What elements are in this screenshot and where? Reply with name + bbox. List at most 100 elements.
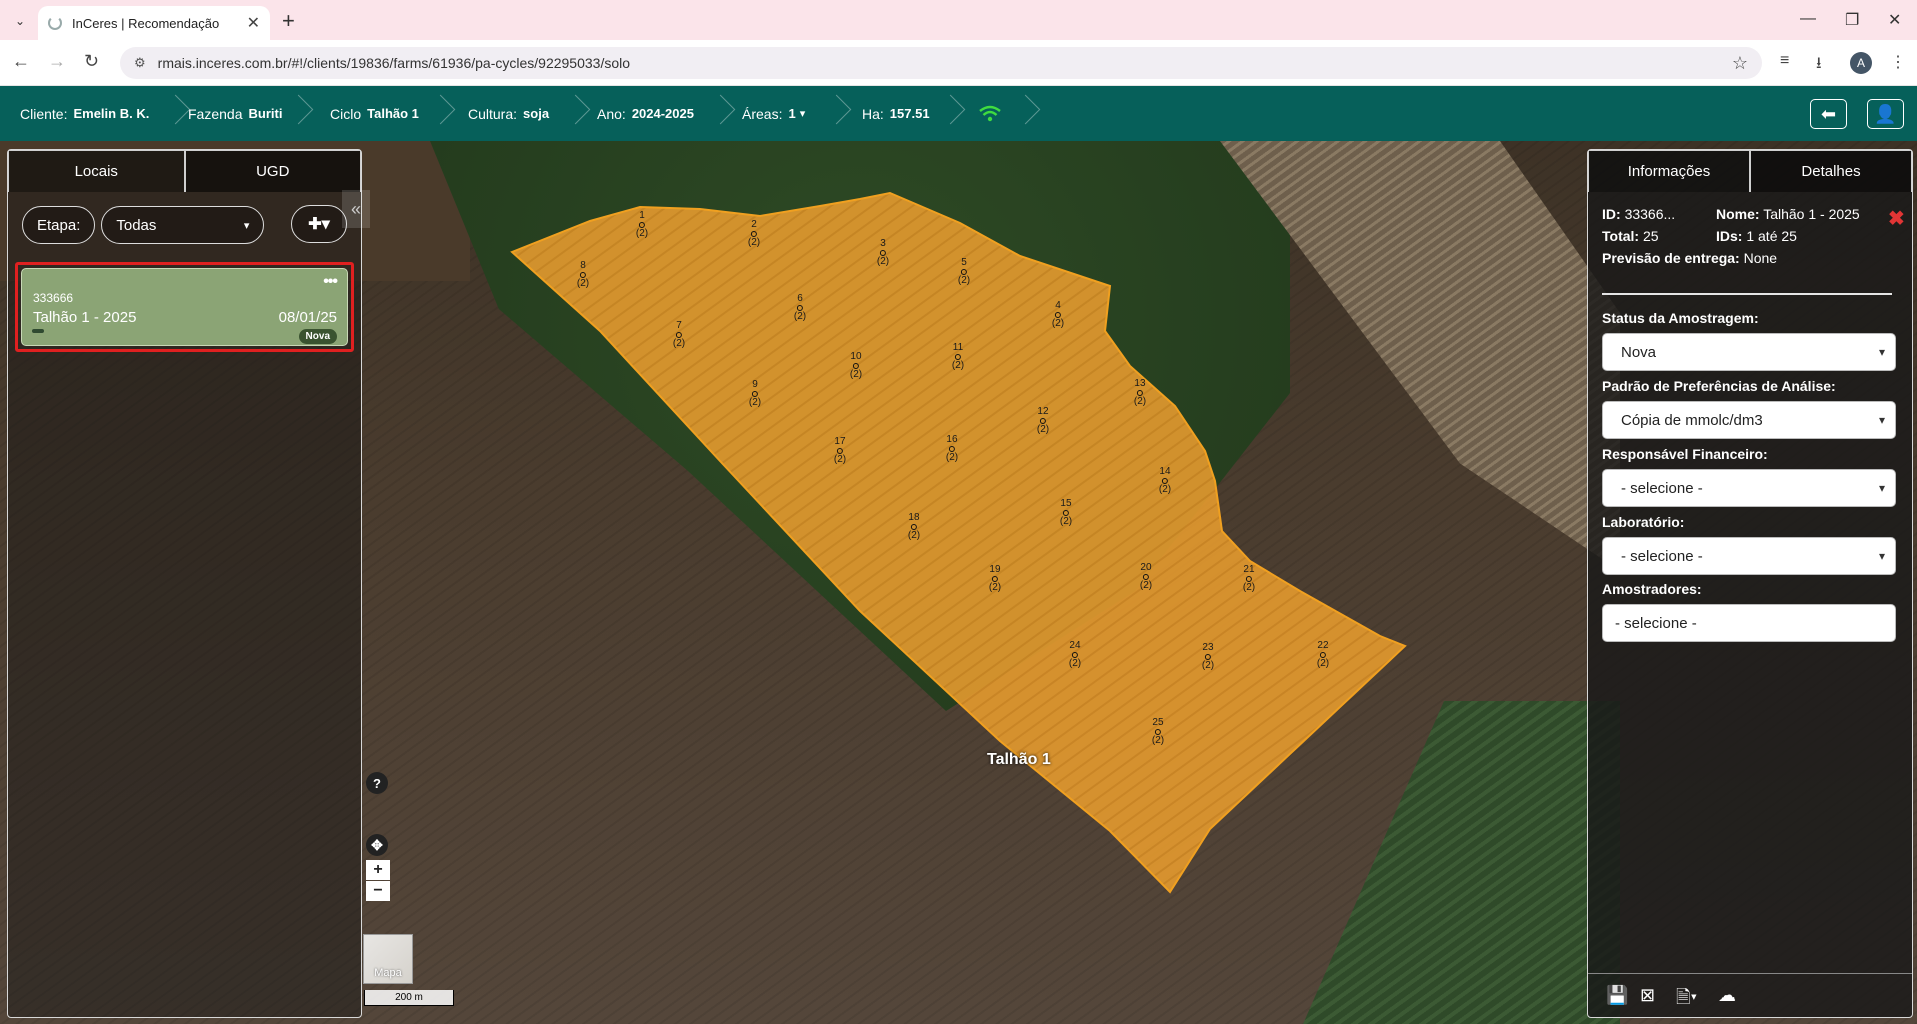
sample-point[interactable]: 21 (2) (1243, 565, 1255, 593)
back-button[interactable]: ⬅ (1810, 99, 1847, 129)
sample-point[interactable]: 8 (2) (577, 261, 589, 289)
stage-select[interactable]: Todas ▾ (101, 206, 265, 244)
sample-point[interactable]: 1 (2) (636, 211, 648, 239)
samplers-label: Amostradores: (1602, 581, 1702, 597)
breadcrumb-farm[interactable]: Fazenda Buriti (188, 86, 282, 141)
sample-point[interactable]: 2 (2) (748, 220, 760, 248)
sample-point[interactable]: 23 (2) (1202, 643, 1214, 671)
tab-ugd[interactable]: UGD (184, 150, 361, 192)
back-icon[interactable]: ← (12, 51, 30, 72)
lab-label: Laboratório: (1602, 514, 1685, 530)
bookmark-star-icon[interactable]: ☆ (1732, 53, 1748, 74)
sample-point[interactable]: 12 (2) (1037, 407, 1049, 435)
sample-number: 6 (797, 293, 803, 304)
user-button[interactable]: 👤 (1867, 99, 1904, 129)
status-select[interactable]: Nova ▾ (1602, 333, 1896, 371)
sample-point[interactable]: 19 (2) (989, 565, 1001, 593)
upload-cloud-icon[interactable]: ☁ (1718, 985, 1736, 1006)
pref-select[interactable]: Cópia de mmolc/dm3 ▾ (1602, 401, 1896, 439)
breadcrumb-year[interactable]: Ano: 2024-2025 (597, 86, 694, 141)
zoom-in-button[interactable]: + (366, 860, 390, 880)
forward-icon[interactable]: → (48, 51, 66, 72)
new-tab-icon[interactable]: + (282, 8, 295, 34)
profile-avatar[interactable]: A (1850, 52, 1872, 74)
browser-tab[interactable]: InCeres | Recomendação ✕ (38, 6, 270, 40)
collapse-panel-icon[interactable]: « (342, 190, 370, 228)
sample-count: (2) (988, 582, 1002, 593)
sample-point[interactable]: 6 (2) (794, 294, 806, 322)
sample-point[interactable]: 11 (2) (952, 343, 964, 371)
download-icon[interactable]: ⭳ (1816, 52, 1822, 79)
sample-point[interactable]: 17 (2) (834, 437, 846, 465)
reload-icon[interactable]: ↻ (84, 51, 99, 72)
media-icon[interactable]: ≡ (1780, 52, 1789, 70)
sample-point[interactable]: 15 (2) (1060, 499, 1072, 527)
sample-point[interactable]: 7 (2) (673, 321, 685, 349)
sample-point[interactable]: 16 (2) (946, 435, 958, 463)
delivery-value: None (1743, 250, 1778, 266)
sample-point[interactable]: 13 (2) (1134, 379, 1146, 407)
tab-informacoes[interactable]: Informações (1588, 150, 1750, 192)
tab-title: InCeres | Recomendação (72, 15, 220, 31)
pan-icon[interactable]: ✥ (366, 834, 388, 856)
sample-number: 13 (1134, 378, 1146, 389)
breadcrumb-cycle[interactable]: Ciclo Talhão 1 (330, 86, 419, 141)
tab-detalhes[interactable]: Detalhes (1750, 150, 1912, 192)
sample-count: (2) (1068, 658, 1082, 669)
sample-point[interactable]: 18 (2) (908, 513, 920, 541)
restore-icon[interactable]: ❐ (1845, 10, 1859, 30)
sample-number: 23 (1202, 642, 1214, 653)
sample-point[interactable]: 10 (2) (850, 352, 862, 380)
breadcrumb-client[interactable]: Cliente: Emelin B. K. (20, 86, 149, 141)
excel-icon[interactable]: ⊠ (1640, 985, 1655, 1006)
sample-point[interactable]: 20 (2) (1140, 563, 1152, 591)
menu-icon[interactable]: ⋮ (1890, 52, 1906, 72)
card-menu-icon[interactable]: ••• (323, 273, 338, 291)
sample-point[interactable]: 22 (2) (1317, 641, 1329, 669)
save-icon[interactable]: 💾 (1606, 985, 1628, 1006)
stage-label: Etapa: (22, 206, 96, 244)
pref-label: Padrão de Preferências de Análise: (1602, 378, 1836, 394)
basemap-toggle[interactable]: Mapa (363, 934, 413, 984)
zoom-out-button[interactable]: − (366, 881, 390, 901)
samplers-select[interactable]: - selecione - (1602, 604, 1896, 642)
finance-select[interactable]: - selecione - ▾ (1602, 469, 1896, 507)
breadcrumb-crop[interactable]: Cultura: soja (468, 86, 549, 141)
sample-point[interactable]: 9 (2) (749, 380, 761, 408)
sample-number: 7 (676, 320, 682, 331)
sample-point[interactable]: 14 (2) (1159, 467, 1171, 495)
sample-point[interactable]: 24 (2) (1069, 641, 1081, 669)
cycle-label: Ciclo (330, 105, 362, 122)
sample-number: 3 (880, 238, 886, 249)
sample-count: (2) (635, 228, 649, 239)
site-settings-icon[interactable]: ⚙ (134, 55, 146, 71)
window-close-icon[interactable]: ✕ (1888, 10, 1901, 30)
sample-point[interactable]: 5 (2) (958, 258, 970, 286)
breadcrumb-separator (288, 86, 302, 141)
sample-point[interactable]: 25 (2) (1152, 718, 1164, 746)
lab-select[interactable]: - selecione - ▾ (1602, 537, 1896, 575)
help-icon[interactable]: ? (366, 772, 388, 794)
browser-toolbar: ← → ↻ ⚙ rmais.inceres.com.br/#!/clients/… (0, 40, 1917, 86)
farm-label: Fazenda (188, 105, 243, 122)
sample-count: (2) (1151, 735, 1165, 746)
minimize-icon[interactable]: — (1800, 10, 1816, 28)
sample-number: 9 (752, 379, 758, 390)
year-value: 2024-2025 (631, 106, 694, 121)
address-bar[interactable]: ⚙ rmais.inceres.com.br/#!/clients/19836/… (120, 47, 1762, 79)
tab-list-icon[interactable]: ⌄ (8, 9, 32, 33)
ha-value: 157.51 (889, 106, 930, 121)
sample-point[interactable]: 4 (2) (1052, 301, 1064, 329)
close-icon[interactable]: ✖ (1888, 206, 1905, 231)
areas-dropdown[interactable]: Áreas: 1 ▾ (742, 86, 805, 141)
close-tab-icon[interactable]: ✕ (247, 13, 260, 33)
add-button[interactable]: ✚▾ (291, 205, 347, 243)
card-id: 333666 (33, 291, 74, 305)
sample-number: 14 (1159, 466, 1171, 477)
right-panel: Informações Detalhes ID: 33366... Nome: … (1587, 149, 1913, 1018)
tab-locais[interactable]: Locais (8, 150, 185, 192)
client-label: Cliente: (20, 105, 68, 122)
sample-point[interactable]: 3 (2) (877, 239, 889, 267)
sample-card[interactable]: ••• 333666 Talhão 1 - 2025 08/01/25 Nova (15, 262, 354, 352)
export-icon[interactable]: 🗎▾ (1676, 985, 1697, 1015)
